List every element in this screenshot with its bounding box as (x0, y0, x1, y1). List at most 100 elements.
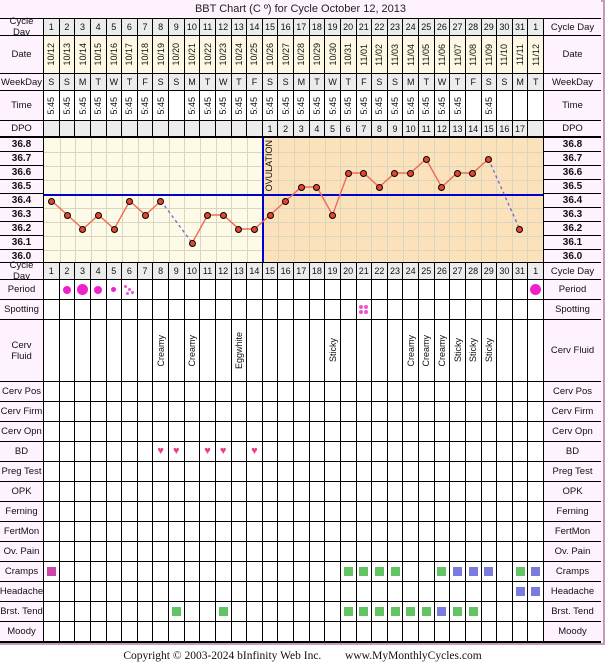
cerv_pos-cell[interactable] (294, 382, 310, 401)
opk-cell[interactable] (387, 482, 404, 501)
ov_pain-cell[interactable] (59, 542, 76, 561)
temperature-point[interactable] (204, 211, 212, 219)
period-cell[interactable] (215, 280, 232, 299)
spotting-cell[interactable] (294, 300, 310, 319)
cerv_firm-cell[interactable] (215, 402, 232, 421)
cerv_fluid-cell[interactable] (215, 320, 232, 381)
bd-cell[interactable] (184, 442, 201, 461)
temperature-point[interactable] (235, 225, 243, 233)
headache-cell[interactable] (90, 582, 107, 601)
preg_test-cell[interactable] (122, 462, 138, 481)
bd-cell[interactable] (75, 442, 91, 461)
cerv_firm-cell[interactable] (200, 402, 216, 421)
cerv_pos-cell[interactable] (340, 382, 357, 401)
cerv_pos-cell[interactable] (90, 382, 107, 401)
cerv_pos-cell[interactable] (356, 382, 373, 401)
period-cell[interactable] (247, 280, 263, 299)
brst_tend-cell[interactable] (403, 602, 419, 621)
cerv_firm-cell[interactable] (450, 402, 466, 421)
moody-cell[interactable] (325, 622, 341, 641)
date-cell[interactable]: 10/12 (44, 36, 60, 73)
headache-cell[interactable] (278, 582, 294, 601)
spotting-cell[interactable] (512, 300, 529, 319)
temperature-point[interactable] (95, 211, 103, 219)
temperature-point[interactable] (126, 197, 134, 205)
moody-cell[interactable] (90, 622, 107, 641)
bd-cell[interactable] (356, 442, 373, 461)
headache-cell[interactable] (153, 582, 169, 601)
temperature-point[interactable] (266, 211, 274, 219)
ferning-cell[interactable] (262, 502, 279, 521)
ferning-cell[interactable] (231, 502, 248, 521)
bd-cell[interactable]: ♥ (247, 442, 263, 461)
moody-cell[interactable] (184, 622, 201, 641)
bd-cell[interactable] (294, 442, 310, 461)
cerv_firm-cell[interactable] (372, 402, 388, 421)
fertmon-cell[interactable] (262, 522, 279, 541)
period-cell[interactable] (325, 280, 341, 299)
preg_test-cell[interactable] (90, 462, 107, 481)
temperature-point[interactable] (391, 169, 399, 177)
fertmon-cell[interactable] (153, 522, 169, 541)
cerv_opn-cell[interactable] (106, 422, 123, 441)
ferning-cell[interactable] (247, 502, 263, 521)
time-cell[interactable]: 5:45 (325, 91, 341, 120)
period-cell[interactable] (465, 280, 482, 299)
preg_test-cell[interactable] (387, 462, 404, 481)
headache-cell[interactable] (512, 582, 529, 601)
opk-cell[interactable] (106, 482, 123, 501)
brst_tend-cell[interactable] (262, 602, 279, 621)
cerv_fluid-cell[interactable] (294, 320, 310, 381)
cerv_opn-cell[interactable] (465, 422, 482, 441)
opk-cell[interactable] (122, 482, 138, 501)
brst_tend-cell[interactable] (419, 602, 435, 621)
cerv_opn-cell[interactable] (356, 422, 373, 441)
preg_test-cell[interactable] (153, 462, 169, 481)
brst_tend-cell[interactable] (122, 602, 138, 621)
cramps-cell[interactable] (465, 562, 482, 581)
cerv_firm-cell[interactable] (419, 402, 435, 421)
preg_test-cell[interactable] (419, 462, 435, 481)
preg_test-cell[interactable] (59, 462, 76, 481)
opk-cell[interactable] (294, 482, 310, 501)
time-cell[interactable]: 5:45 (231, 91, 248, 120)
period-cell[interactable] (419, 280, 435, 299)
period-cell[interactable] (434, 280, 451, 299)
bd-cell[interactable] (512, 442, 529, 461)
headache-cell[interactable] (481, 582, 498, 601)
time-cell[interactable]: 5:45 (356, 91, 373, 120)
brst_tend-cell[interactable] (528, 602, 543, 621)
moody-cell[interactable] (419, 622, 435, 641)
ov_pain-cell[interactable] (419, 542, 435, 561)
cramps-cell[interactable] (372, 562, 388, 581)
cerv_firm-cell[interactable] (122, 402, 138, 421)
cerv_firm-cell[interactable] (497, 402, 513, 421)
cramps-cell[interactable] (403, 562, 419, 581)
temperature-point[interactable] (110, 225, 118, 233)
cerv_firm-cell[interactable] (153, 402, 169, 421)
cerv_opn-cell[interactable] (528, 422, 543, 441)
opk-cell[interactable] (528, 482, 543, 501)
ov_pain-cell[interactable] (137, 542, 154, 561)
cerv_firm-cell[interactable] (231, 402, 248, 421)
fertmon-cell[interactable] (528, 522, 543, 541)
period-cell[interactable] (512, 280, 529, 299)
cramps-cell[interactable] (75, 562, 91, 581)
cerv_fluid-cell[interactable] (387, 320, 404, 381)
ov_pain-cell[interactable] (184, 542, 201, 561)
bd-cell[interactable] (387, 442, 404, 461)
temperature-point[interactable] (157, 197, 165, 205)
fertmon-cell[interactable] (434, 522, 451, 541)
ferning-cell[interactable] (325, 502, 341, 521)
fertmon-cell[interactable] (325, 522, 341, 541)
cramps-cell[interactable] (122, 562, 138, 581)
cerv_pos-cell[interactable] (137, 382, 154, 401)
period-cell[interactable] (481, 280, 498, 299)
cramps-cell[interactable] (153, 562, 169, 581)
date-cell[interactable]: 10/31 (340, 36, 357, 73)
spotting-cell[interactable] (122, 300, 138, 319)
moody-cell[interactable] (309, 622, 326, 641)
preg_test-cell[interactable] (528, 462, 543, 481)
fertmon-cell[interactable] (75, 522, 91, 541)
spotting-cell[interactable] (247, 300, 263, 319)
